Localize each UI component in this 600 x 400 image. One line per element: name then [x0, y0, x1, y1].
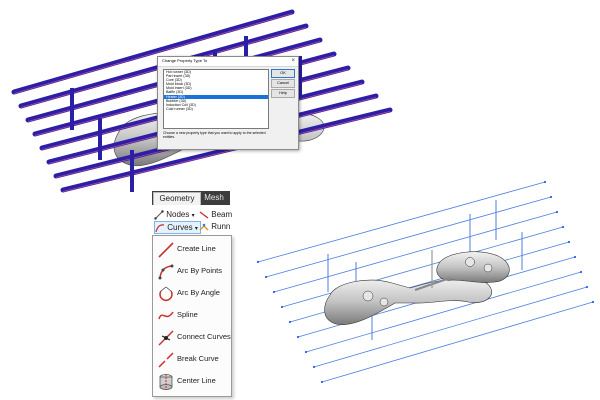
wire-node: [304, 350, 308, 354]
wire-node: [567, 240, 571, 244]
wire-node: [256, 260, 260, 264]
connect-curves-icon: [158, 330, 174, 346]
arc-by-angle-icon: [159, 286, 173, 301]
menu-item-label: Arc By Points: [177, 266, 223, 275]
menu-item-label: Arc By Angle: [177, 288, 220, 297]
menu-item-spline[interactable]: Spline: [153, 306, 231, 326]
dialog-title: Change Property Type To: [162, 58, 208, 63]
nodes-icon: [154, 210, 164, 220]
wire-node: [591, 300, 595, 304]
curves-button[interactable]: Curves ▾: [154, 221, 201, 234]
menu-item-arc-by-angle[interactable]: Arc By Angle: [153, 284, 231, 304]
create-line-icon: [158, 242, 174, 258]
wire-node: [272, 290, 276, 294]
center-line-icon: [159, 374, 173, 390]
wireframe-model: [256, 180, 595, 384]
tab-geometry[interactable]: Geometry: [153, 192, 201, 205]
beam-label: Beam: [211, 210, 233, 219]
property-type-list[interactable]: Hot runner (3D) Part insert (3D) Core (3D)…: [163, 69, 269, 129]
curves-label: Curves: [167, 223, 193, 232]
menu-item-label: Spline: [177, 310, 198, 319]
close-icon[interactable]: ×: [291, 57, 295, 65]
wire-node: [264, 275, 268, 279]
nodes-label: Nodes: [166, 210, 190, 219]
wire-node: [288, 320, 292, 324]
runner-button[interactable]: Runn: [199, 221, 230, 232]
wire-node: [585, 285, 589, 289]
wire-node: [280, 305, 284, 309]
dialog-titlebar: Change Property Type To ×: [158, 57, 298, 67]
wire-node: [573, 255, 577, 259]
chevron-down-icon: ▾: [191, 213, 195, 219]
arc-by-points-icon: [158, 264, 174, 280]
wireframe-lines: [256, 180, 595, 384]
wire-node: [543, 180, 547, 184]
wire-line: [257, 181, 546, 263]
ribbon-tool-row: Nodes ▾ Beam Curves ▾ Runn: [152, 205, 232, 235]
menu-item-connect-curves[interactable]: Connect Curves: [153, 328, 231, 348]
menu-item-label: Connect Curves: [177, 332, 231, 341]
ribbon-panel: Geometry Mesh Nodes ▾ Beam Curves ▾ Runn…: [152, 191, 232, 397]
wire-node: [320, 380, 324, 384]
change-property-type-dialog: Change Property Type To × Hot runner (3D…: [157, 56, 299, 150]
runner-icon: [199, 223, 209, 231]
beam-button[interactable]: Beam: [199, 209, 232, 220]
wire-node: [579, 270, 583, 274]
menu-item-label: Center Line: [177, 376, 216, 385]
dialog-hint: Choose a new property type that you want…: [163, 131, 266, 140]
break-curve-icon: [158, 352, 174, 368]
runner-label: Runn: [211, 222, 231, 231]
viewport-scene[interactable]: [0, 0, 600, 400]
tab-mesh[interactable]: Mesh: [201, 192, 227, 204]
beam-icon: [199, 211, 209, 219]
curves-menu: Create Line Arc By Points Arc By Angle Spli…: [152, 235, 232, 397]
controller-model-wire: [324, 250, 510, 326]
property-type-item[interactable]: Cold runner (3D): [164, 107, 268, 111]
menu-item-break-curve[interactable]: Break Curve: [153, 350, 231, 370]
menu-item-center-line[interactable]: Center Line: [153, 372, 231, 392]
curves-icon: [155, 224, 165, 233]
chevron-down-icon: ▾: [194, 226, 198, 232]
wire-node: [549, 195, 553, 199]
wire-node: [296, 335, 300, 339]
ribbon-tabs: Geometry Mesh: [152, 191, 230, 205]
menu-item-arc-by-points[interactable]: Arc By Points: [153, 262, 231, 282]
wire-line: [273, 211, 558, 293]
wire-node: [561, 225, 565, 229]
spline-icon: [158, 311, 174, 320]
menu-item-create-line[interactable]: Create Line: [153, 240, 231, 260]
ok-button[interactable]: OK: [271, 69, 295, 78]
nodes-button[interactable]: Nodes ▾: [154, 209, 195, 220]
help-button[interactable]: Help: [271, 89, 295, 98]
menu-item-label: Break Curve: [177, 354, 219, 363]
wire-node: [555, 210, 559, 214]
cancel-button[interactable]: Cancel: [271, 79, 295, 88]
menu-item-label: Create Line: [177, 244, 216, 253]
wire-node: [312, 365, 316, 369]
